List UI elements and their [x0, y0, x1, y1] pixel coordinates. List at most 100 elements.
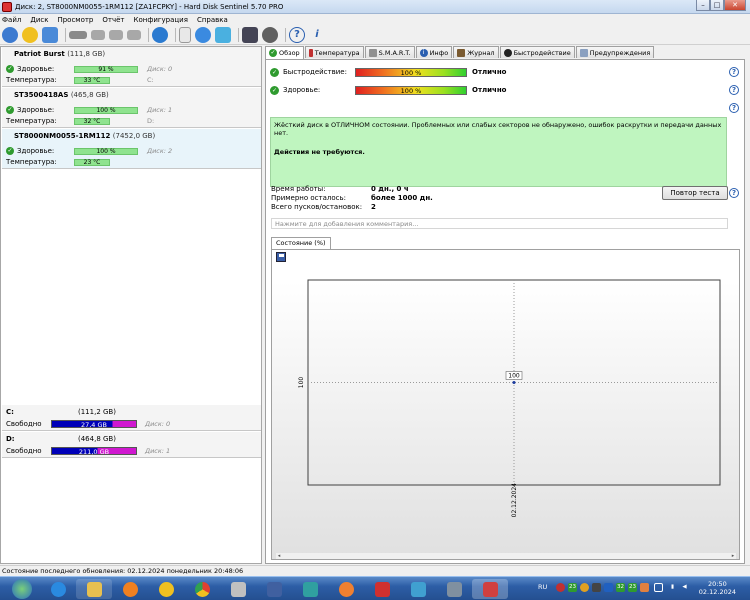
tab-performance[interactable]: Быстродействие	[499, 46, 575, 58]
menu-config[interactable]: Конфигурация	[134, 16, 188, 24]
signal-icon[interactable]: ▮	[668, 583, 677, 592]
data-point	[512, 381, 516, 384]
refresh-icon[interactable]	[2, 26, 18, 43]
temp-bar: 23 °C	[74, 158, 110, 166]
tray-icon[interactable]	[580, 583, 589, 592]
disk-item-selected[interactable]: ST8000NM0055-1RM112 (7452,0 GB) ✓ Здоров…	[2, 129, 261, 169]
settings-icon[interactable]	[262, 26, 278, 43]
tab-journal[interactable]: Журнал	[453, 46, 499, 58]
tab-temperature[interactable]: Температура	[304, 46, 364, 58]
menu-report[interactable]: Отчёт	[102, 16, 124, 24]
language-indicator[interactable]: RU	[538, 583, 547, 591]
flag-icon[interactable]	[654, 583, 663, 592]
clock-date: 02.12.2024	[698, 588, 736, 596]
tool-icon[interactable]	[69, 30, 87, 39]
tray-temp-2[interactable]: 32	[616, 583, 625, 592]
hdsentinel-taskbar-icon[interactable]	[472, 579, 508, 599]
check-icon: ✓	[6, 106, 14, 114]
disk-item[interactable]: ST3500418AS (465,8 GB) ✓ Здоровье: 100 %…	[2, 88, 261, 128]
close-button[interactable]: ✕	[724, 0, 746, 11]
volume-item[interactable]: D: (464,8 GB) Свободно 211,0 GB Диск: 1	[2, 432, 261, 458]
window-controls: – □ ✕	[696, 0, 746, 12]
volume-size: (111,2 GB)	[78, 408, 116, 416]
retest-button[interactable]: Повтор теста	[662, 186, 728, 200]
monitor-icon[interactable]	[242, 26, 258, 43]
document-icon[interactable]	[179, 26, 191, 43]
globe-icon[interactable]	[152, 26, 168, 43]
disk-item[interactable]: Patriot Burst (111,8 GB) ✓ Здоровье: 91 …	[2, 47, 261, 87]
help-icon[interactable]: ?	[729, 188, 739, 198]
volume-icon[interactable]: ◀	[680, 583, 689, 592]
performance-label: Быстродействие:	[283, 68, 347, 76]
minimize-button[interactable]: –	[696, 0, 710, 11]
warning-icon	[579, 48, 588, 57]
sync-icon[interactable]	[195, 26, 211, 43]
maximize-button[interactable]: □	[710, 0, 724, 11]
check-icon: ✓	[269, 49, 277, 57]
aimp-icon[interactable]	[148, 579, 184, 599]
menu-help[interactable]: Справка	[197, 16, 228, 24]
help-icon[interactable]: ?	[729, 67, 739, 77]
tab-smart[interactable]: S.M.A.R.T.	[364, 46, 415, 58]
media-icon[interactable]	[112, 579, 148, 599]
app-icon-8[interactable]	[292, 579, 328, 599]
app-icon-10[interactable]	[364, 579, 400, 599]
performance-text: Отлично	[472, 68, 507, 76]
share-icon[interactable]	[215, 26, 231, 43]
app-icon-9[interactable]	[328, 579, 364, 599]
tab-info[interactable]: i Инфо	[415, 46, 453, 58]
ie-icon[interactable]	[40, 579, 76, 599]
tray-icon[interactable]	[556, 583, 565, 592]
volume-label: D:	[6, 435, 15, 443]
performance-row: ✓ Быстродействие: 100 % Отлично	[270, 66, 507, 78]
tool3-icon[interactable]	[109, 29, 123, 40]
chart-tab-health[interactable]: Состояние (%)	[271, 237, 331, 249]
app-icon-6[interactable]	[220, 579, 256, 599]
menu-bar: Файл Диск Просмотр Отчёт Конфигурация Сп…	[0, 14, 750, 25]
app-icon-12[interactable]	[436, 579, 472, 599]
temp-bar: 32 °C	[74, 117, 110, 125]
help-icon[interactable]: ?	[729, 85, 739, 95]
tab-label: Инфо	[429, 48, 449, 57]
volume-item[interactable]: C: (111,2 GB) Свободно 27,4 GB Диск: 0	[2, 405, 261, 431]
info-icon[interactable]: i	[309, 27, 325, 43]
volume-label: C:	[6, 408, 14, 416]
tab-overview[interactable]: ✓ Обзор	[265, 46, 304, 59]
tool2-icon[interactable]	[91, 29, 105, 40]
report-icon[interactable]	[42, 26, 58, 43]
app-icon-11[interactable]	[400, 579, 436, 599]
menu-file[interactable]: Файл	[2, 16, 21, 24]
comment-input[interactable]: Нажмите для добавления комментария...	[271, 218, 728, 229]
volume-free-bar: 27,4 GB	[51, 420, 137, 429]
menu-disk[interactable]: Диск	[30, 16, 48, 24]
start-button[interactable]	[4, 579, 40, 599]
horizontal-scrollbar[interactable]: ◂ ▸	[276, 553, 736, 559]
free-label: Свободно	[6, 420, 42, 428]
health-text: Отлично	[472, 86, 507, 94]
help-icon[interactable]: ?	[289, 26, 305, 43]
tray-icon[interactable]	[640, 583, 649, 592]
explorer-icon[interactable]	[76, 579, 112, 599]
performance-icon	[503, 48, 512, 57]
help-icon[interactable]: ?	[729, 103, 739, 113]
scroll-left-icon[interactable]: ◂	[276, 553, 282, 559]
remaining-row: Примерно осталось: более 1000 дн.	[271, 194, 433, 202]
tray-icon[interactable]	[592, 583, 601, 592]
tray-temp-3[interactable]: 23	[628, 583, 637, 592]
chrome-icon[interactable]	[184, 579, 220, 599]
clock[interactable]: 20:50 02.12.2024	[699, 580, 736, 596]
check-icon: ✓	[6, 147, 14, 155]
tray-icon[interactable]	[604, 583, 613, 592]
tool4-icon[interactable]	[127, 29, 141, 40]
scroll-right-icon[interactable]: ▸	[730, 553, 736, 559]
app-icon-7[interactable]	[256, 579, 292, 599]
health-row: ✓ Здоровье: 100 % Отлично	[270, 84, 507, 96]
menu-view[interactable]: Просмотр	[57, 16, 93, 24]
tray-temp-1[interactable]: 23	[568, 583, 577, 592]
tab-label: Журнал	[467, 48, 495, 57]
x-tick-label: 02.12.2024	[511, 483, 518, 518]
toolbar-separator	[65, 27, 66, 42]
tab-warnings[interactable]: Предупреждения	[575, 46, 655, 58]
disk-size: (7452,0 GB)	[112, 132, 156, 140]
alert-icon[interactable]	[22, 26, 38, 43]
